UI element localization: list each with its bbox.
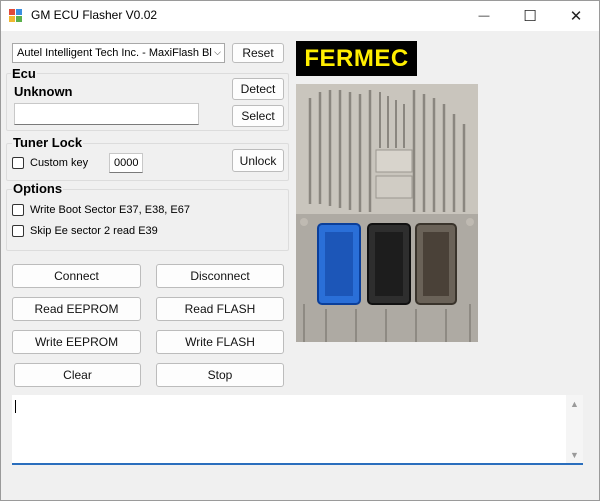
skip-ee-checkbox[interactable]	[12, 225, 24, 237]
custom-key-input[interactable]: 0000	[109, 153, 143, 173]
ecu-field[interactable]	[14, 103, 199, 125]
reset-button[interactable]: Reset	[232, 43, 284, 63]
maximize-button[interactable]: ☐	[507, 1, 553, 31]
app-icon	[9, 9, 22, 22]
custom-key-label: Custom key	[30, 157, 89, 169]
brand-label: FERMEC	[296, 41, 417, 76]
select-button[interactable]: Select	[232, 105, 284, 127]
read-eeprom-button[interactable]: Read EEPROM	[12, 297, 141, 321]
text-caret	[15, 400, 16, 413]
log-scrollbar[interactable]: ▲ ▼	[566, 395, 583, 463]
maximize-icon: ☐	[523, 8, 537, 25]
write-eeprom-button[interactable]: Write EEPROM	[12, 330, 141, 354]
ecu-status: Unknown	[14, 84, 73, 99]
connect-button[interactable]: Connect	[12, 264, 141, 288]
interface-select[interactable]: Autel Intelligent Tech Inc. - MaxiFlash …	[12, 43, 225, 63]
ecu-group-label: Ecu	[11, 66, 37, 81]
unlock-button[interactable]: Unlock	[232, 149, 284, 172]
write-boot-label: Write Boot Sector E37, E38, E67	[30, 204, 190, 216]
log-textarea[interactable]: ▲ ▼	[12, 395, 583, 465]
custom-key-checkbox[interactable]	[12, 157, 24, 169]
disconnect-button[interactable]: Disconnect	[156, 264, 284, 288]
write-flash-button[interactable]: Write FLASH	[156, 330, 284, 354]
options-group	[6, 189, 289, 251]
clear-button[interactable]: Clear	[14, 363, 141, 387]
interface-select-value: Autel Intelligent Tech Inc. - MaxiFlash …	[17, 47, 212, 59]
chevron-down-icon: ⌵	[214, 47, 221, 57]
scroll-up-icon[interactable]: ▲	[570, 399, 579, 409]
title-bar[interactable]: GM ECU Flasher V0.02 — ☐ ✕	[1, 1, 599, 31]
close-button[interactable]: ✕	[553, 1, 599, 31]
close-icon: ✕	[569, 8, 583, 25]
stop-button[interactable]: Stop	[156, 363, 284, 387]
read-flash-button[interactable]: Read FLASH	[156, 297, 284, 321]
minimize-button[interactable]: —	[461, 1, 507, 31]
ecu-module-image	[296, 84, 478, 342]
detect-button[interactable]: Detect	[232, 78, 284, 100]
window-title: GM ECU Flasher V0.02	[31, 8, 158, 22]
write-boot-checkbox[interactable]	[12, 204, 24, 216]
skip-ee-label: Skip Ee sector 2 read E39	[30, 225, 158, 237]
minimize-icon: —	[478, 10, 490, 22]
options-label: Options	[12, 181, 64, 196]
scroll-down-icon[interactable]: ▼	[570, 450, 579, 460]
app-window: GM ECU Flasher V0.02 — ☐ ✕ Autel Intelli…	[0, 0, 600, 501]
tuner-lock-label: Tuner Lock	[12, 135, 84, 150]
